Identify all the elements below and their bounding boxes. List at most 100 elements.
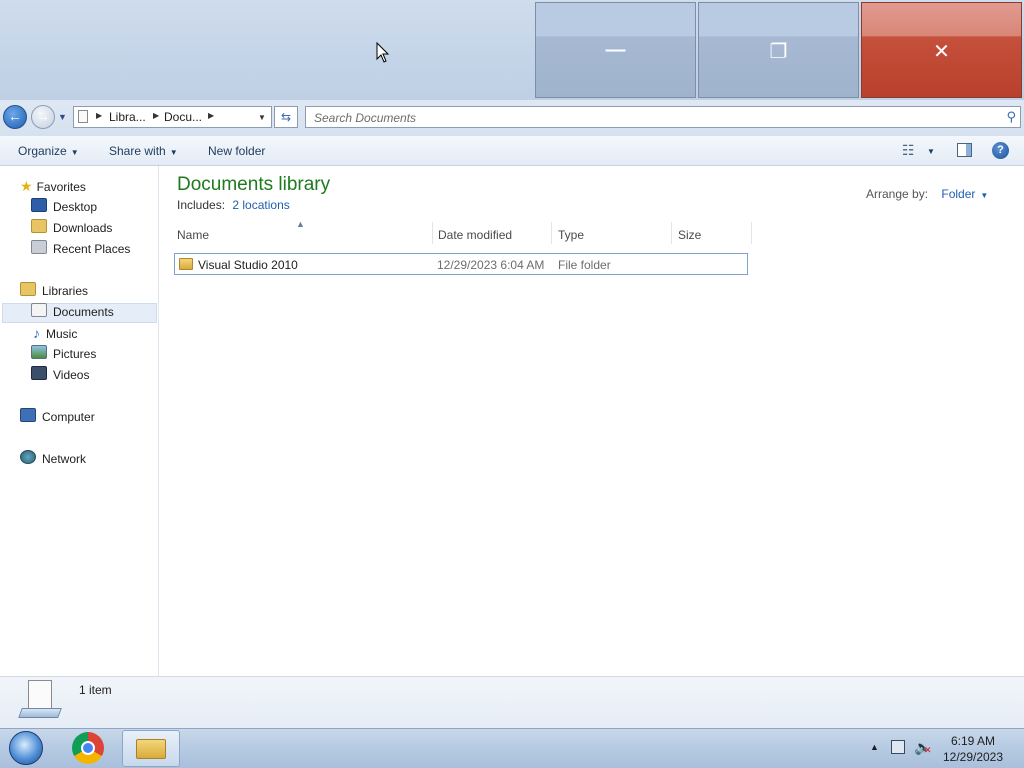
star-icon: ★ [20,178,33,194]
item-count: 1 item [79,683,112,697]
nav-desktop[interactable]: Desktop [31,197,97,217]
nav-pictures[interactable]: Pictures [31,344,96,364]
row-date-modified: 12/29/2023 6:04 AM [437,258,545,272]
folder-icon [136,739,166,759]
row-type: File folder [558,258,611,272]
folder-icon [179,258,193,270]
restore-button[interactable]: ❐ [698,2,859,98]
libraries-icon [20,282,36,296]
nav-label: Libraries [42,284,89,298]
nav-label: Downloads [53,221,113,235]
library-includes: Includes: 2 locations [177,198,290,212]
column-header-date-modified[interactable]: Date modified [438,228,512,242]
new-folder-button[interactable]: New folder [208,144,265,158]
library-title: Documents library [177,174,331,195]
arrange-by-dropdown[interactable]: Folder ▼ [941,187,988,201]
nav-documents[interactable]: Documents [31,302,114,322]
videos-film-icon [31,366,47,380]
clock-time[interactable]: 6:19 AM [938,734,1008,748]
nav-label: Pictures [53,347,97,361]
organize-label: Organize [18,144,67,158]
organize-button[interactable]: Organize ▼ [18,144,79,158]
downloads-folder-icon [31,219,47,233]
nav-computer[interactable]: Computer [20,407,95,427]
nav-label: Documents [53,305,114,319]
breadcrumb-chevron-icon[interactable]: ▶ [96,111,102,120]
nav-label: Computer [42,410,95,424]
close-icon: ✕ [933,41,950,63]
nav-libraries[interactable]: Libraries [20,281,88,301]
chevron-down-icon: ▼ [980,191,989,200]
nav-label: Desktop [53,200,98,214]
nav-recent-places[interactable]: Recent Places [31,239,130,259]
table-row[interactable]: Visual Studio 2010 12/29/2023 6:04 AM Fi… [174,253,748,275]
nav-favorites[interactable]: ★ Favorites [20,176,86,196]
share-with-button[interactable]: Share with ▼ [109,144,178,158]
chevron-down-icon: ▼ [70,148,79,157]
arrange-by: Arrange by: Folder ▼ [866,187,988,201]
search-icon[interactable]: ⚲ [1006,109,1016,125]
library-location-icon [78,110,88,123]
close-button[interactable]: ✕ [861,2,1022,98]
includes-label: Includes: [177,198,226,212]
row-name: Visual Studio 2010 [198,258,298,272]
status-bar [0,676,1024,728]
network-status-icon[interactable] [891,740,905,754]
address-dropdown-icon[interactable]: ▼ [258,113,266,122]
sort-ascending-icon: ▲ [296,219,305,229]
breadcrumb-chevron-icon[interactable]: ▶ [208,111,214,120]
help-icon[interactable]: ? [992,142,1009,159]
search-placeholder: Search Documents [314,111,417,125]
forward-button[interactable]: → [31,105,55,129]
arrange-label: Arrange by: [866,187,929,201]
column-divider[interactable] [751,222,752,244]
change-view-icon[interactable]: ☷ [902,142,915,159]
muted-x-icon: ✕ [924,745,932,755]
back-button[interactable]: ← [3,105,27,129]
preview-pane-icon[interactable] [957,143,972,157]
nav-label: Recent Places [53,242,131,256]
column-divider[interactable] [671,222,672,244]
column-header-name[interactable]: Name [177,228,209,242]
recent-pages-dropdown-icon[interactable]: ▼ [58,112,67,122]
desktop-icon [31,198,47,212]
view-options-dropdown-icon[interactable]: ▼ [927,147,935,156]
back-arrow-icon: ← [8,108,22,124]
music-note-icon: ♪ [33,325,40,341]
search-input[interactable]: Search Documents ⚲ [305,106,1021,128]
breadcrumb-libraries[interactable]: Libra... [109,110,146,124]
show-hidden-icons-icon[interactable]: ▲ [870,742,879,752]
column-divider[interactable] [551,222,552,244]
mouse-cursor-icon [376,42,390,63]
explorer-taskbar-button[interactable] [122,730,180,767]
nav-label: Network [42,452,87,466]
nav-videos[interactable]: Videos [31,365,89,385]
refresh-icon: ⇆ [280,110,292,124]
network-globe-icon [20,450,36,464]
breadcrumb-documents[interactable]: Docu... [164,110,202,124]
minimize-button[interactable]: — [535,2,696,98]
forward-arrow-icon: → [36,108,50,124]
nav-label: Favorites [36,180,86,194]
address-bar[interactable]: ▶ Libra... ▶ Docu... ▶ ▼ [73,106,272,128]
locations-link[interactable]: 2 locations [232,198,289,212]
recent-places-icon [31,240,47,254]
nav-music[interactable]: ♪ Music [31,323,77,343]
start-button[interactable] [4,730,48,766]
refresh-button[interactable]: ⇆ [274,106,298,128]
column-divider[interactable] [432,222,433,244]
windows-logo-icon [9,731,43,765]
nav-downloads[interactable]: Downloads [31,218,112,238]
breadcrumb-chevron-icon[interactable]: ▶ [153,111,159,120]
chevron-down-icon: ▼ [169,148,178,157]
minimize-icon: — [605,39,626,61]
computer-icon [20,408,36,422]
column-header-type[interactable]: Type [558,228,584,242]
share-with-label: Share with [109,144,166,158]
clock-date[interactable]: 12/29/2023 [938,750,1008,764]
chrome-taskbar-button[interactable] [66,730,110,766]
nav-network[interactable]: Network [20,449,86,469]
library-documents-icon [18,680,62,722]
command-bar: Organize ▼ Share with ▼ New folder ☷ ▼ ? [0,136,1024,166]
column-header-size[interactable]: Size [678,228,701,242]
